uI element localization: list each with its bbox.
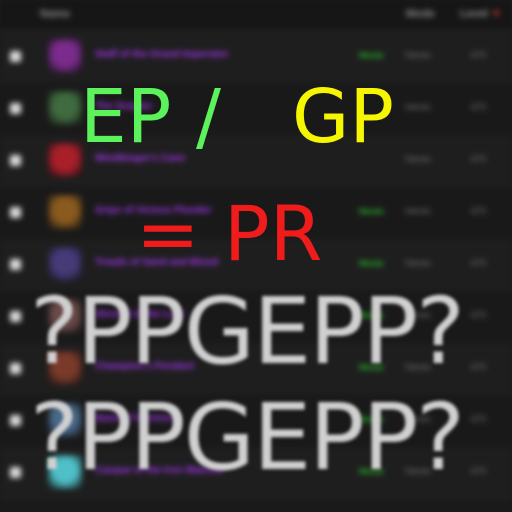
text-overlay: EP / GP = PR ?PPGEPP? ?PPGEPP? [0, 0, 512, 512]
overlay-line-1: ?PPGEPP? [30, 278, 465, 385]
overlay-gp: GP [292, 74, 394, 160]
overlay-slash: / [196, 74, 221, 160]
overlay-line-2: ?PPGEPP? [30, 384, 465, 491]
overlay-ep: EP [80, 74, 172, 160]
overlay-equals-pr: = PR [136, 189, 323, 278]
